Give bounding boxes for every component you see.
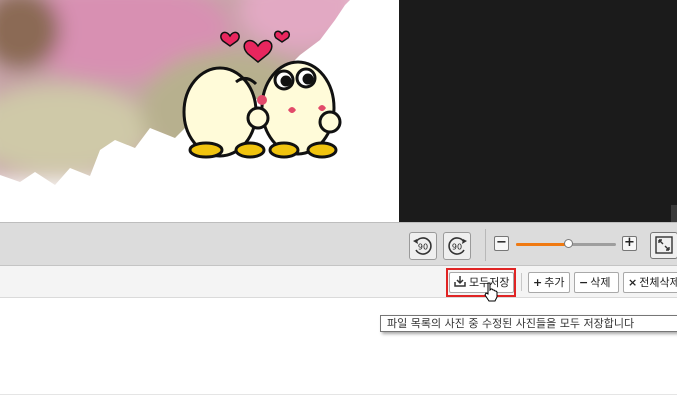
fit-screen-icon bbox=[655, 236, 673, 254]
rotate-right-label: 90 bbox=[452, 243, 462, 252]
zoom-slider-thumb[interactable] bbox=[564, 239, 573, 248]
rotate-left-icon: 90 bbox=[413, 237, 432, 255]
delete-label: 삭제 bbox=[590, 276, 611, 289]
toolbar-separator bbox=[485, 229, 486, 261]
zoom-in-button[interactable]: + bbox=[622, 236, 637, 251]
plus-icon: + bbox=[624, 235, 635, 250]
zoom-slider[interactable] bbox=[516, 239, 616, 248]
add-label: 추가 bbox=[544, 276, 565, 289]
preview-image bbox=[0, 0, 400, 222]
image-preview bbox=[0, 0, 677, 222]
filebar-separator bbox=[521, 273, 522, 291]
rotate-left-label: 90 bbox=[418, 243, 428, 252]
highlight-box bbox=[446, 268, 516, 297]
add-button[interactable]: + 추가 bbox=[528, 272, 570, 293]
divider bbox=[0, 394, 677, 395]
minus-icon: − bbox=[579, 276, 589, 289]
hand-cursor-icon bbox=[484, 282, 498, 302]
plus-icon: + bbox=[533, 276, 543, 289]
file-list[interactable] bbox=[0, 298, 677, 398]
preview-scrollbar[interactable] bbox=[671, 205, 677, 222]
file-action-bar: 모두저장 +추가 −삭제 ×전체삭제 bbox=[0, 266, 677, 298]
delete-all-label: 전체삭제 bbox=[639, 276, 677, 289]
rotate-left-button[interactable]: 90 bbox=[409, 232, 437, 260]
rotate-right-button[interactable]: 90 bbox=[443, 232, 471, 260]
rotate-right-icon: 90 bbox=[448, 237, 467, 255]
delete-button[interactable]: − 삭제 bbox=[574, 272, 619, 293]
delete-all-button[interactable]: × 전체삭제 bbox=[623, 272, 677, 293]
close-icon: × bbox=[628, 276, 638, 289]
zoom-slider-fill bbox=[516, 243, 568, 246]
dark-panel bbox=[399, 0, 677, 222]
tooltip: 파일 목록의 사진 중 수정된 사진들을 모두 저장합니다 bbox=[380, 315, 677, 332]
minus-icon: − bbox=[496, 235, 507, 250]
fit-screen-button[interactable] bbox=[650, 232, 677, 259]
tooltip-text: 파일 목록의 사진 중 수정된 사진들을 모두 저장합니다 bbox=[387, 317, 635, 330]
zoom-out-button[interactable]: − bbox=[494, 236, 509, 251]
view-toolbar: 90 90 − + bbox=[0, 222, 677, 266]
